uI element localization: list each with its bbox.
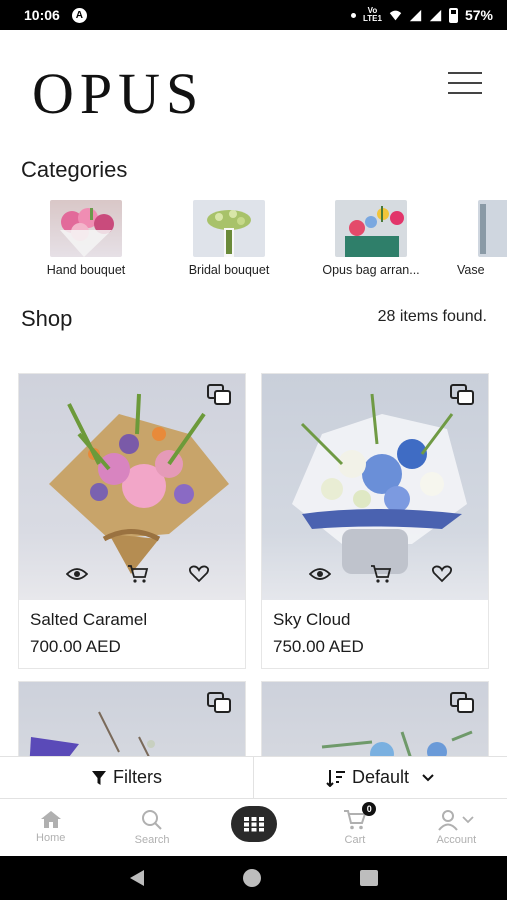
notification-dot-icon xyxy=(351,12,356,18)
sort-dropdown[interactable]: Default xyxy=(253,757,507,798)
chevron-down-icon xyxy=(422,773,434,781)
battery-percent: 57% xyxy=(464,7,493,23)
category-label: Vase xyxy=(457,263,485,277)
nav-label: Search xyxy=(134,834,170,846)
battery-icon xyxy=(448,7,458,23)
categories-title: Categories xyxy=(21,157,128,182)
product-name[interactable]: Salted Caramel xyxy=(30,610,147,630)
category-label: Opus bag arran... xyxy=(322,263,420,277)
shop-title: Shop xyxy=(21,306,73,331)
category-vase[interactable]: Vase xyxy=(456,200,507,277)
product-price: 700.00 AED xyxy=(30,637,121,656)
grid-menu-button[interactable] xyxy=(230,806,277,842)
nav-account[interactable]: Account xyxy=(406,800,507,856)
status-time: 10:06 xyxy=(24,7,60,23)
category-opus-bag-arrangement[interactable]: Opus bag arran... xyxy=(312,200,430,277)
product-actions xyxy=(63,560,213,588)
category-image xyxy=(50,200,122,257)
sort-icon xyxy=(326,769,345,787)
category-image xyxy=(193,200,265,257)
category-image xyxy=(478,200,507,257)
product-info: Salted Caramel 700.00 AED xyxy=(19,600,245,668)
hamburger-menu-icon[interactable] xyxy=(448,72,482,98)
recents-icon[interactable] xyxy=(359,869,379,887)
category-label: Hand bouquet xyxy=(46,263,126,277)
items-found-count: 28 items found. xyxy=(377,308,487,325)
add-to-cart-icon[interactable] xyxy=(124,560,152,588)
system-navigation-bar xyxy=(0,856,507,900)
wishlist-heart-icon[interactable] xyxy=(428,560,456,588)
filter-funnel-icon xyxy=(92,770,106,785)
quick-view-eye-icon[interactable] xyxy=(306,560,334,588)
user-icon xyxy=(438,810,459,831)
product-info: Sky Cloud 750.00 AED xyxy=(262,600,488,668)
nav-label: Cart xyxy=(344,834,366,846)
product-price: 750.00 AED xyxy=(273,637,364,656)
status-bar: 10:06 A Vo LTE1 57% xyxy=(0,0,507,30)
cart-count-badge: 0 xyxy=(362,802,377,816)
signal-icon xyxy=(409,9,422,21)
quick-view-eye-icon[interactable] xyxy=(63,560,91,588)
search-icon xyxy=(142,810,162,830)
category-bridal-bouquet[interactable]: Bridal bouquet xyxy=(176,200,282,277)
signal-2-icon xyxy=(429,9,442,21)
nav-label: Home xyxy=(36,832,66,844)
copy-icon[interactable] xyxy=(450,692,476,714)
opus-logo[interactable]: OPUS xyxy=(32,62,204,126)
notification-a-icon: A xyxy=(71,7,87,23)
categories-carousel[interactable]: Hand bouquet Bridal bouquet Opus bag arr… xyxy=(0,200,507,284)
copy-icon[interactable] xyxy=(207,692,233,714)
copy-icon[interactable] xyxy=(450,384,476,406)
filters-button[interactable]: Filters xyxy=(0,757,253,798)
product-image[interactable] xyxy=(19,374,245,600)
filters-label: Filters xyxy=(113,767,162,787)
product-name[interactable]: Sky Cloud xyxy=(273,610,350,630)
product-card[interactable]: Sky Cloud 750.00 AED xyxy=(261,373,489,669)
home-circle-icon[interactable] xyxy=(242,868,262,888)
copy-icon[interactable] xyxy=(207,384,233,406)
back-icon[interactable] xyxy=(128,869,146,887)
product-card[interactable]: Salted Caramel 700.00 AED xyxy=(18,373,246,669)
home-icon xyxy=(40,811,61,828)
nav-cart[interactable]: 0 Cart xyxy=(304,800,405,856)
nav-categories[interactable] xyxy=(203,800,304,856)
nav-home[interactable]: Home xyxy=(0,800,101,856)
category-label: Bridal bouquet xyxy=(188,263,270,277)
sort-label: Default xyxy=(351,767,410,787)
product-image[interactable] xyxy=(262,374,488,600)
category-hand-bouquet[interactable]: Hand bouquet xyxy=(36,200,136,277)
volte-icon: Vo LTE1 xyxy=(363,6,382,23)
status-icons: Vo LTE1 57% xyxy=(351,7,493,23)
nav-label: Account xyxy=(436,834,477,846)
category-image xyxy=(335,200,407,257)
bottom-navigation: Home Search 0 Cart Account xyxy=(0,800,507,856)
add-to-cart-icon[interactable] xyxy=(367,560,395,588)
grid-icon xyxy=(243,817,264,832)
wishlist-heart-icon[interactable] xyxy=(185,560,213,588)
wifi-icon xyxy=(389,10,402,20)
nav-search[interactable]: Search xyxy=(101,800,202,856)
product-actions xyxy=(306,560,456,588)
filter-sort-bar: Filters Default xyxy=(0,756,507,799)
chevron-down-icon xyxy=(462,816,474,824)
